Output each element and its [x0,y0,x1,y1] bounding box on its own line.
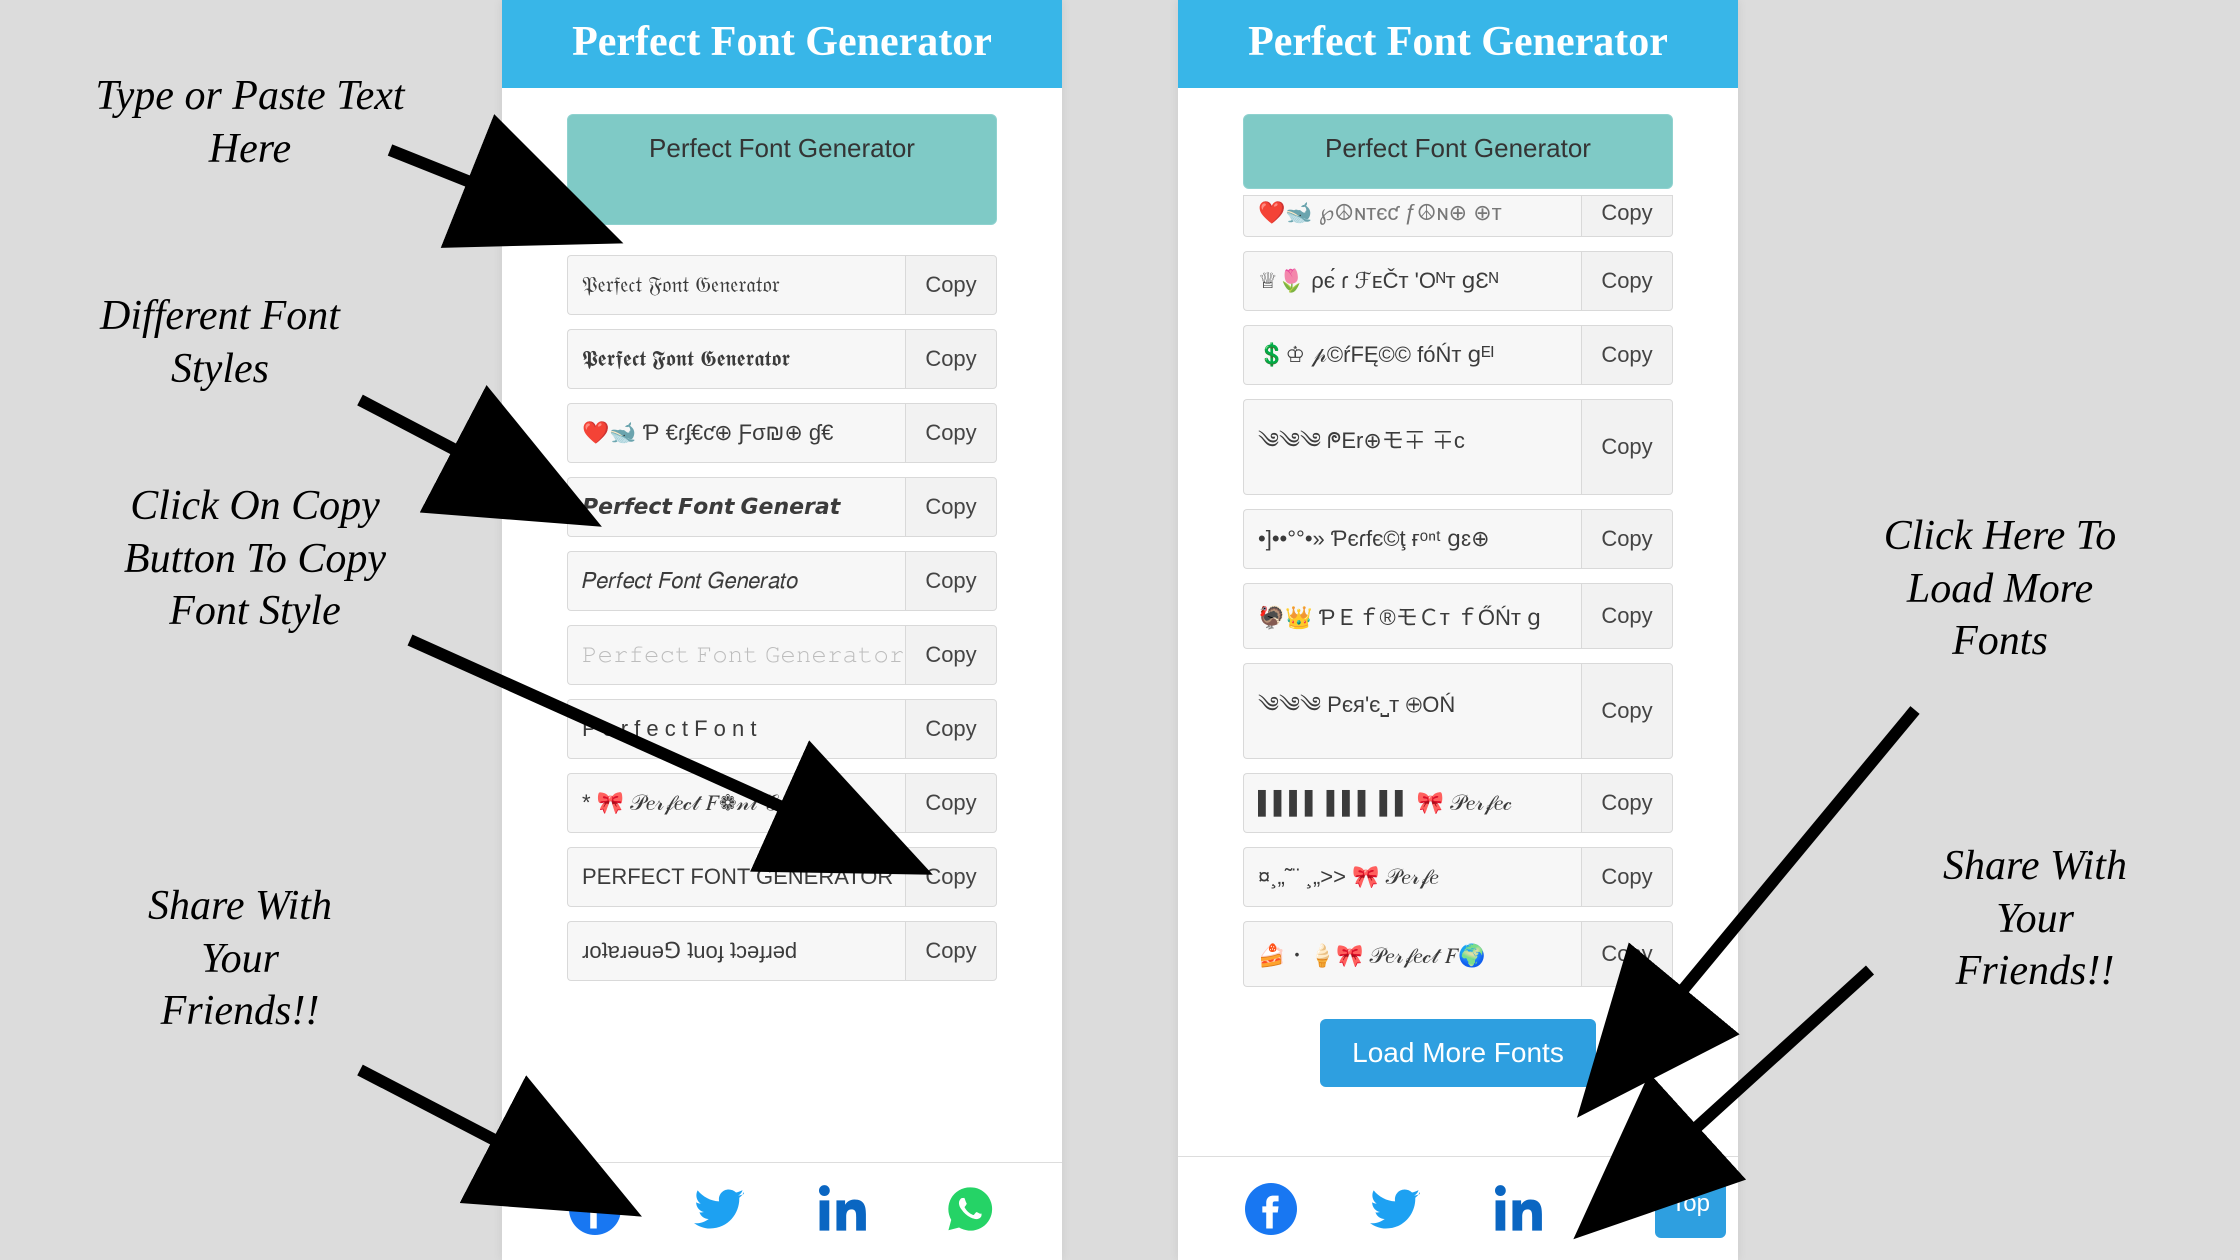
text-input[interactable]: Perfect Font Generator [567,114,997,225]
copy-button[interactable]: Copy [905,329,997,389]
font-row: ༄༄༄ Рєя'є⎵т ⊕OŃCopy [1243,663,1673,759]
copy-button[interactable]: Copy [1581,325,1673,385]
font-sample: 𝔓𝔢𝔯𝔣𝔢𝔠𝔱 𝔉𝔬𝔫𝔱 𝔊𝔢𝔫𝔢𝔯𝔞𝔱𝔬𝔯 [567,255,905,315]
font-sample: 🍰 ･ 🍦🎀 𝒫𝑒𝓇𝒻𝑒𝒸𝓉 𝐹🌍 [1243,921,1581,987]
twitter-icon[interactable] [1370,1183,1422,1240]
font-sample: 𝙿𝚎𝚛𝚏𝚎𝚌𝚝 𝙵𝚘𝚗𝚝 𝙶𝚎𝚗𝚎𝚛𝚊𝚝𝚘𝚛 [567,625,905,685]
annotation-share-left: Share WithYourFriends!! [90,880,390,1038]
annotation-type-here: Type or Paste TextHere [30,70,470,175]
copy-button[interactable]: Copy [905,551,997,611]
font-row: 💲♔ 𝓅©ŕFĘ©© fóŃт ցᴱᴵCopy [1243,325,1673,385]
annotation-load-more: Click Here ToLoad MoreFonts [1830,510,2170,668]
font-sample: ༄༄༄ Рєя'є⎵т ⊕OŃ [1243,663,1581,759]
annotation-click-copy: Click On CopyButton To CopyFont Style [70,480,440,638]
font-sample: •]••°°•» Ƥєɾfє©ţ ғᵒⁿᵗ ցɛ⊕ [1243,509,1581,569]
copy-button[interactable]: Copy [905,625,997,685]
font-row: ɹoʇɐɹǝuǝ⅁ ʇuoɟ ʇɔǝɟɹǝdCopy [567,921,997,981]
font-row: ❤️🐋 Ƥ €ɾʄ€ƈ⊕ Ƒσ₪⊕ ɠ€Copy [567,403,997,463]
app-header: Perfect Font Generator [502,0,1062,88]
copy-button[interactable]: Copy [1581,399,1673,495]
copy-button[interactable]: Copy [1581,195,1673,237]
font-row: 𝔓𝔢𝔯𝔣𝔢𝔠𝔱 𝔉𝔬𝔫𝔱 𝔊𝔢𝔫𝔢𝔯𝔞𝔱𝔬𝔯Copy [567,255,997,315]
facebook-icon[interactable] [569,1183,621,1240]
copy-button[interactable]: Copy [905,773,997,833]
font-row: 🦃👑 ƤＥｆ®モＣт ｆŐŃт ցCopy [1243,583,1673,649]
annotation-share-right: Share WithYourFriends!! [1870,840,2200,998]
font-sample: P e r f e c t F o n t [567,699,905,759]
copy-button[interactable]: Copy [905,403,997,463]
font-row: ༄༄༄ ᖘEr⊕モ∓ ∓cCopy [1243,399,1673,495]
copy-button[interactable]: Copy [1581,509,1673,569]
font-row: ¤¸„˜¨ ¸„>> 🎀 𝒫𝑒𝓇𝒻𝑒Copy [1243,847,1673,907]
app-header: Perfect Font Generator [1178,0,1738,88]
font-sample: 💲♔ 𝓅©ŕFĘ©© fóŃт ցᴱᴵ [1243,325,1581,385]
font-sample: ❤️🐋 Ƥ €ɾʄ€ƈ⊕ Ƒσ₪⊕ ɠ€ [567,403,905,463]
font-row: 𝕻𝖊𝖗𝖋𝖊𝖈𝖙 𝕱𝖔𝖓𝖙 𝕲𝖊𝖓𝖊𝖗𝖆𝖙𝖔𝖗Copy [567,329,997,389]
text-input[interactable]: Perfect Font Generator [1243,114,1673,189]
font-row: * 🎀 𝒫𝑒𝓇𝒻𝑒𝒸𝓉 𝐹❁𝓃𝓉 𝒢𝑒𝓃Copy [567,773,997,833]
font-sample: ♕🌷 ρє́ ɾ ℱᴇČт 'Oᴺт ցƐᴺ [1243,251,1581,311]
font-row: •]••°°•» Ƥєɾfє©ţ ғᵒⁿᵗ ցɛ⊕Copy [1243,509,1673,569]
linkedin-icon[interactable] [819,1183,871,1240]
facebook-icon[interactable] [1245,1183,1297,1240]
font-row: 𝙿𝚎𝚛𝚏𝚎𝚌𝚝 𝙵𝚘𝚗𝚝 𝙶𝚎𝚗𝚎𝚛𝚊𝚝𝚘𝚛Copy [567,625,997,685]
body-left: Perfect Font Generator 𝔓𝔢𝔯𝔣𝔢𝔠𝔱 𝔉𝔬𝔫𝔱 𝔊𝔢𝔫𝔢… [502,88,1062,1162]
load-more-button[interactable]: Load More Fonts [1320,1019,1596,1087]
font-sample: 𝕻𝖊𝖗𝖋𝖊𝖈𝖙 𝕱𝖔𝖓𝖙 𝕲𝖊𝖓𝖊𝖗𝖆𝖙𝖔𝖗 [567,329,905,389]
font-sample: ▌▌▌▌ ▌▌▌ ▌▌ 🎀 𝒫𝑒𝓇𝒻𝑒𝒸 [1243,773,1581,833]
linkedin-icon[interactable] [1495,1183,1547,1240]
share-bar [1178,1156,1738,1260]
font-sample: ༄༄༄ ᖘEr⊕モ∓ ∓c [1243,399,1581,495]
phone-right: Perfect Font Generator Perfect Font Gene… [1178,0,1738,1260]
copy-button[interactable]: Copy [905,255,997,315]
font-row: PERFECT FONT GENERATORCopy [567,847,997,907]
body-right: Perfect Font Generator ❤️🐋 ℘☮ɴтєƈ ƒ☮ɴ⊕ ⊕… [1178,88,1738,1156]
font-row: ▌▌▌▌ ▌▌▌ ▌▌ 🎀 𝒫𝑒𝓇𝒻𝑒𝒸Copy [1243,773,1673,833]
font-row: 𝙋𝙚𝙧𝙛𝙚𝙘𝙩 𝙁𝙤𝙣𝙩 𝙂𝙚𝙣𝙚𝙧𝙖𝙩Copy [567,477,997,537]
font-sample: ❤️🐋 ℘☮ɴтєƈ ƒ☮ɴ⊕ ⊕т [1243,195,1581,237]
copy-button[interactable]: Copy [1581,583,1673,649]
share-bar [502,1162,1062,1260]
font-sample: ¤¸„˜¨ ¸„>> 🎀 𝒫𝑒𝓇𝒻𝑒 [1243,847,1581,907]
annotation-diff-styles: Different FontStyles [40,290,400,395]
font-row: ♕🌷 ρє́ ɾ ℱᴇČт 'Oᴺт ցƐᴺCopy [1243,251,1673,311]
font-sample: 🦃👑 ƤＥｆ®モＣт ｆŐŃт ց [1243,583,1581,649]
twitter-icon[interactable] [694,1183,746,1240]
copy-button[interactable]: Copy [1581,921,1673,987]
copy-button[interactable]: Copy [905,477,997,537]
font-sample: 𝑃𝑒𝑟𝑓𝑒𝑐𝑡 𝐹𝑜𝑛𝑡 𝐺𝑒𝑛𝑒𝑟𝑎𝑡𝑜 [567,551,905,611]
whatsapp-icon[interactable] [944,1183,996,1240]
copy-button[interactable]: Copy [1581,773,1673,833]
copy-button[interactable]: Copy [905,847,997,907]
copy-button[interactable]: Copy [905,921,997,981]
font-row: 🍰 ･ 🍦🎀 𝒫𝑒𝓇𝒻𝑒𝒸𝓉 𝐹🌍Copy [1243,921,1673,987]
font-sample: ɹoʇɐɹǝuǝ⅁ ʇuoɟ ʇɔǝɟɹǝd [567,921,905,981]
copy-button[interactable]: Copy [905,699,997,759]
font-sample: 𝙋𝙚𝙧𝙛𝙚𝙘𝙩 𝙁𝙤𝙣𝙩 𝙂𝙚𝙣𝙚𝙧𝙖𝙩 [567,477,905,537]
font-row: P e r f e c t F o n tCopy [567,699,997,759]
copy-button[interactable]: Copy [1581,251,1673,311]
copy-button[interactable]: Copy [1581,847,1673,907]
font-sample: PERFECT FONT GENERATOR [567,847,905,907]
phone-left: Perfect Font Generator Perfect Font Gene… [502,0,1062,1260]
font-row: 𝑃𝑒𝑟𝑓𝑒𝑐𝑡 𝐹𝑜𝑛𝑡 𝐺𝑒𝑛𝑒𝑟𝑎𝑡𝑜Copy [567,551,997,611]
copy-button[interactable]: Copy [1581,663,1673,759]
font-sample: * 🎀 𝒫𝑒𝓇𝒻𝑒𝒸𝓉 𝐹❁𝓃𝓉 𝒢𝑒𝓃 [567,773,905,833]
font-row: ❤️🐋 ℘☮ɴтєƈ ƒ☮ɴ⊕ ⊕тCopy [1243,195,1673,237]
